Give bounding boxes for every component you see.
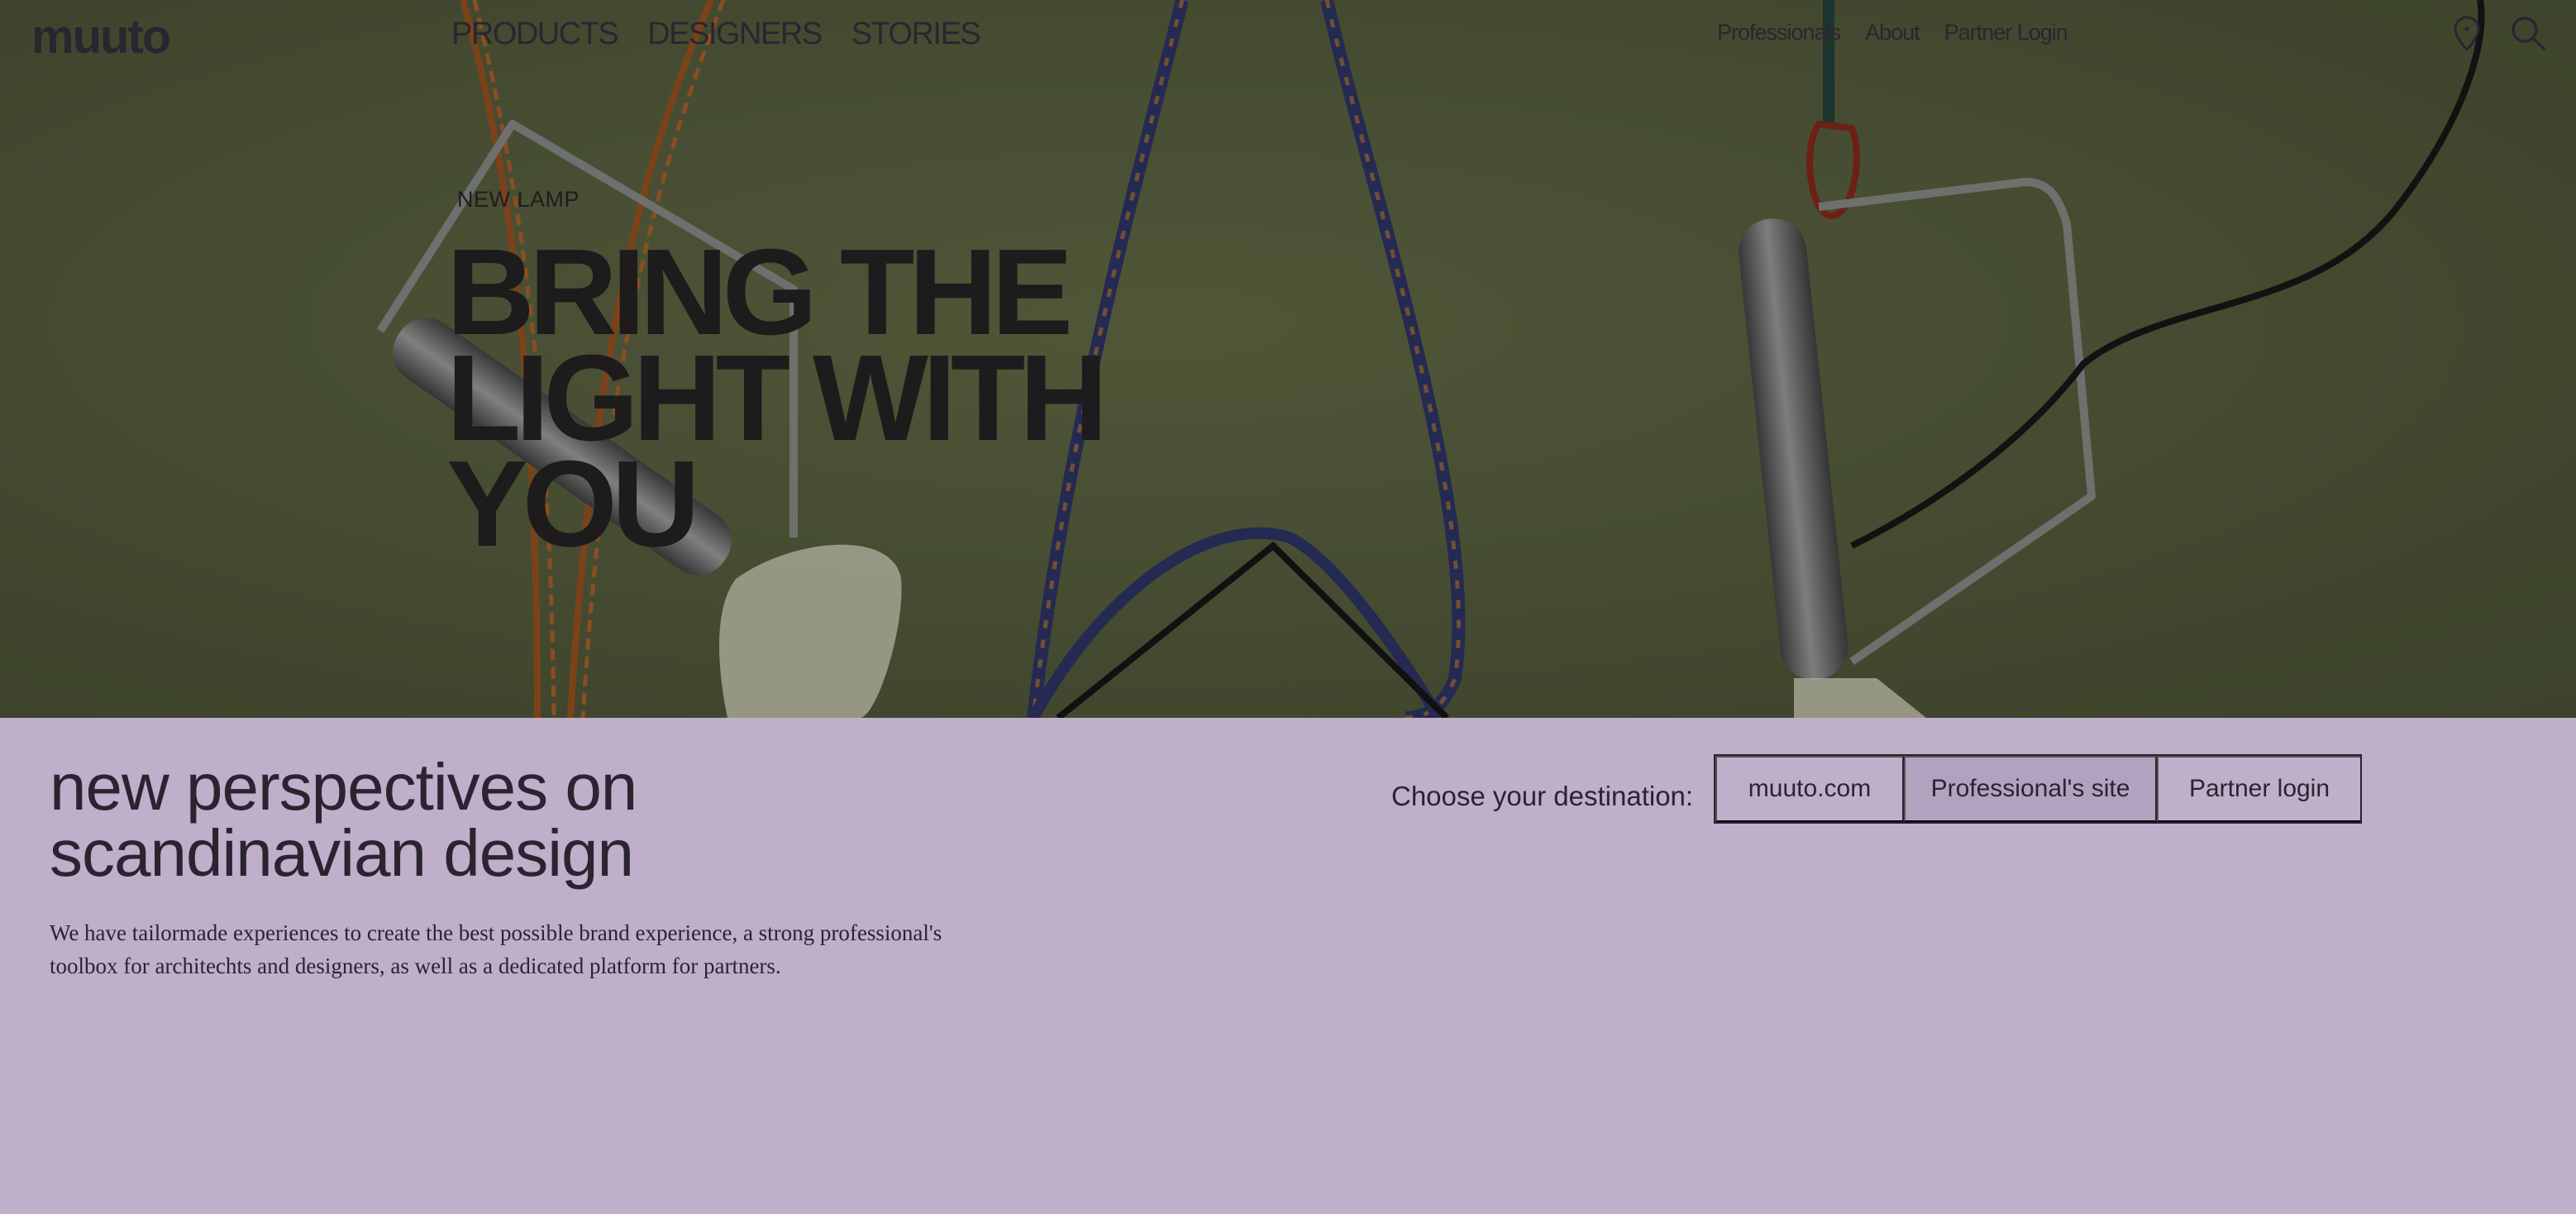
search-icon[interactable] — [2508, 13, 2548, 53]
tagline-line-2: scandinavian design — [50, 816, 634, 890]
headline-line-3: YOU — [446, 436, 700, 572]
hero-overlay — [0, 0, 2576, 718]
nav-about[interactable]: About — [1865, 13, 1920, 51]
destination-buttons: muuto.com Professional's site Partner lo… — [1714, 754, 2362, 824]
nav-partner-login[interactable]: Partner Login — [1944, 13, 2068, 51]
nav-products[interactable]: PRODUCTS — [451, 12, 619, 56]
nav-professionals[interactable]: Professionals — [1717, 13, 1841, 51]
muuto-com-button[interactable]: muuto.com — [1715, 756, 1904, 822]
main-navigation: PRODUCTS DESIGNERS STORIES — [451, 12, 981, 56]
partner-login-button[interactable]: Partner login — [2157, 756, 2360, 822]
location-pin-icon[interactable] — [2447, 13, 2487, 53]
hero-eyebrow: NEW LAMP — [457, 187, 580, 212]
tagline-line-1: new perspectives on — [50, 750, 637, 824]
hero-banner: muuto PRODUCTS DESIGNERS STORIES Profess… — [0, 0, 2576, 718]
intro-text: We have tailormade experiences to create… — [50, 920, 942, 978]
destination-label: Choose your destination: — [1391, 781, 1694, 811]
nav-designers[interactable]: DESIGNERS — [647, 12, 823, 56]
destination-panel: new perspectives on scandinavian design … — [0, 718, 2576, 1214]
professionals-site-button[interactable]: Professional's site — [1904, 756, 2157, 822]
hero-headline[interactable]: BRING THE LIGHT WITH YOU — [446, 232, 1273, 566]
svg-text:muuto: muuto — [31, 13, 170, 60]
nav-stories[interactable]: STORIES — [852, 12, 981, 56]
muuto-logo[interactable]: muuto — [31, 13, 215, 60]
tagline: new perspectives on scandinavian design — [50, 754, 959, 887]
utility-navigation: Professionals About Partner Login — [1717, 13, 2068, 51]
